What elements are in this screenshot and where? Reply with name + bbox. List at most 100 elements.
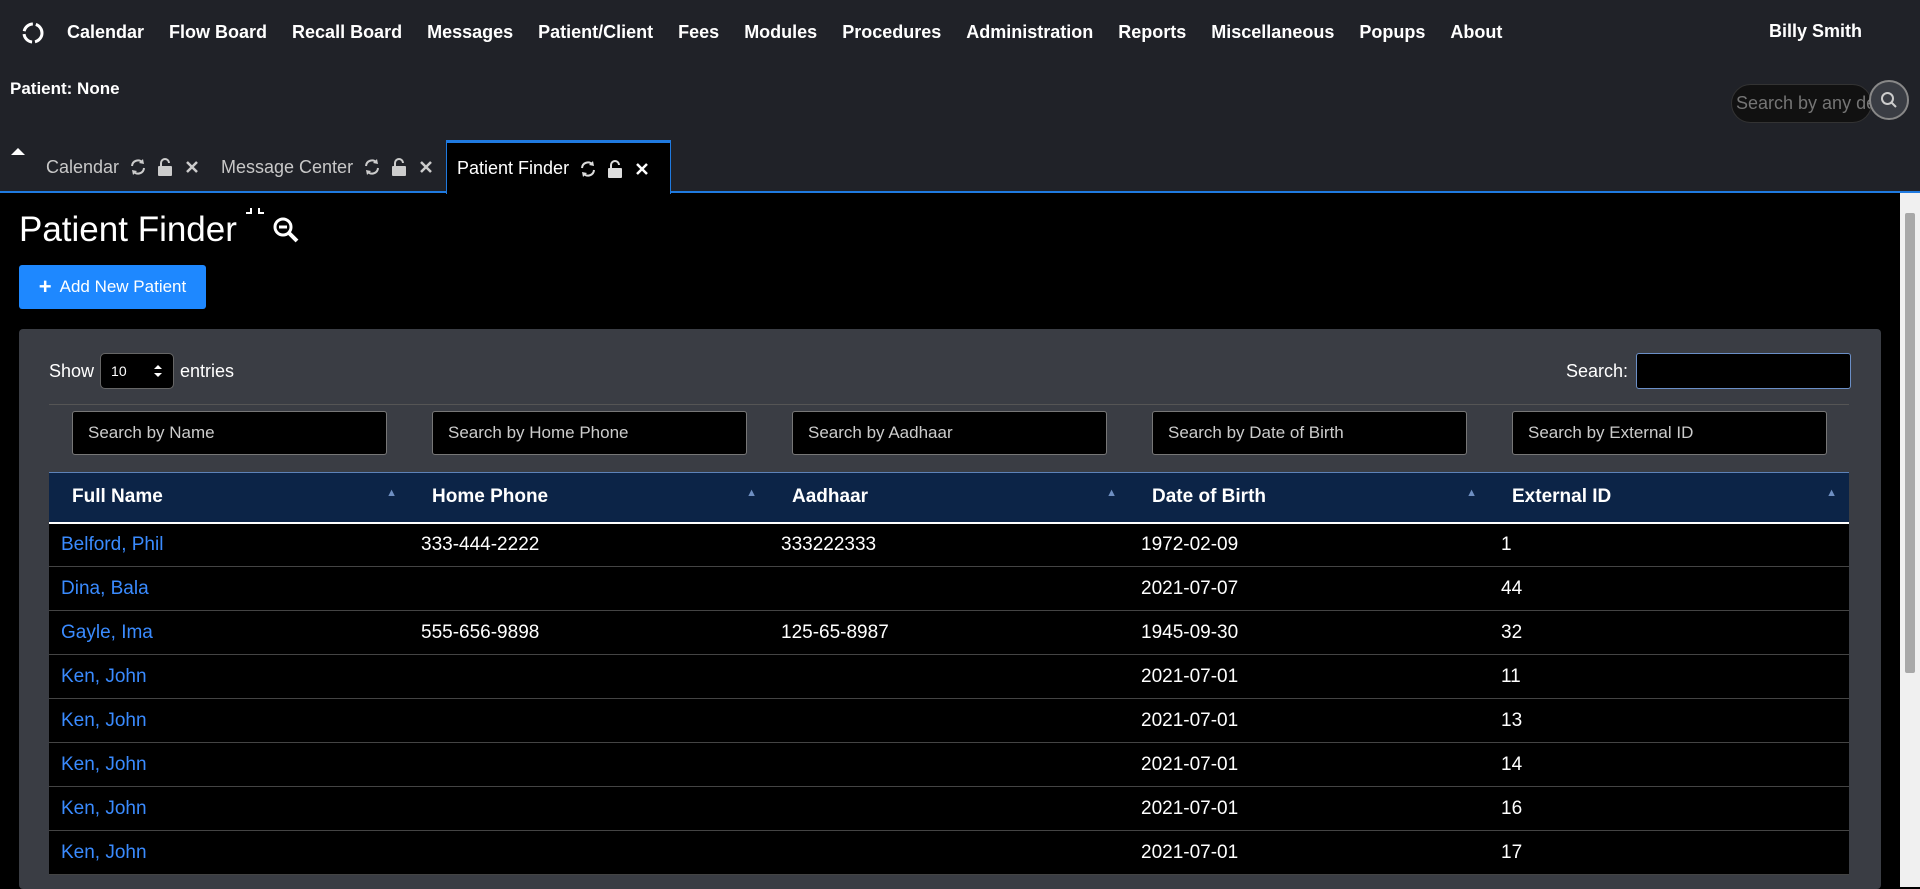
dob-cell: 1945-09-30 <box>1141 621 1239 643</box>
aadhaar-cell <box>769 699 1129 743</box>
zoom-out-icon[interactable] <box>271 215 301 245</box>
patient-name-link[interactable]: Dina, Bala <box>49 567 409 611</box>
dob-cell: 2021-07-01 <box>1141 709 1239 731</box>
menu-procedures[interactable]: Procedures <box>842 22 941 43</box>
plus-icon: + <box>38 274 52 299</box>
menu-miscellaneous[interactable]: Miscellaneous <box>1211 22 1334 43</box>
global-search-input[interactable] <box>1732 85 1871 122</box>
aadhaar-cell <box>769 655 1129 699</box>
aadhaar-cell <box>769 567 1129 611</box>
external-id-cell: 16 <box>1501 797 1523 819</box>
tab-patient-finder[interactable]: Patient Finder <box>446 140 672 194</box>
home-phone-cell <box>409 655 769 699</box>
user-menu[interactable]: Billy Smith <box>1769 21 1862 42</box>
filter-aadhaar-input[interactable]: Search by Aadhaar <box>792 411 1107 455</box>
entries-label: entries <box>180 360 235 381</box>
filter-dob-input[interactable]: Search by Date of Birth <box>1152 411 1467 455</box>
main-menu: Calendar Flow Board Recall Board Message… <box>67 0 1527 64</box>
table-search-label: Search: <box>1565 360 1628 381</box>
collapse-up-icon[interactable] <box>10 144 26 160</box>
tab-bar: Calendar Message Center Patient Finder <box>0 134 1920 194</box>
aadhaar-cell: 125-65-8987 <box>781 621 889 643</box>
home-phone-cell <box>409 567 769 611</box>
refresh-icon[interactable] <box>363 158 381 176</box>
patient-name-link[interactable]: Ken, John <box>49 787 409 831</box>
table-row[interactable]: Ken, John 2021-07-01 16 <box>49 786 1849 831</box>
header-external-id[interactable]: External ID ▲ <box>1489 473 1849 523</box>
refresh-icon[interactable] <box>579 160 597 178</box>
menu-popups[interactable]: Popups <box>1359 22 1425 43</box>
global-search-button[interactable] <box>1869 80 1909 120</box>
close-icon[interactable] <box>183 158 201 176</box>
divider <box>49 404 1849 405</box>
sort-up-icon: ▲ <box>386 487 397 499</box>
table-row[interactable]: Ken, John 2021-07-01 14 <box>49 742 1849 787</box>
sort-up-icon: ▲ <box>1826 487 1837 499</box>
tab-label: Patient Finder <box>457 158 570 178</box>
filter-home-phone-input[interactable]: Search by Home Phone <box>432 411 747 455</box>
menu-recall-board[interactable]: Recall Board <box>292 22 402 43</box>
tab-message-center[interactable]: Message Center <box>221 141 444 193</box>
unlock-icon[interactable] <box>156 158 174 176</box>
add-new-patient-button[interactable]: + Add New Patient <box>19 265 206 309</box>
entries-length-select[interactable]: 10 <box>100 353 175 389</box>
menu-about[interactable]: About <box>1450 22 1502 43</box>
table-row[interactable]: Ken, John 2021-07-01 13 <box>49 698 1849 743</box>
unlock-icon[interactable] <box>390 158 408 176</box>
home-phone-cell <box>409 831 769 875</box>
external-id-cell: 32 <box>1501 621 1523 643</box>
table-header-row: Full Name ▲ Home Phone ▲ Aadhaar ▲ Date of … <box>49 472 1849 523</box>
patient-bar: Patient: None <box>0 64 1920 134</box>
close-icon[interactable] <box>633 160 651 178</box>
page-scrollbar[interactable] <box>1900 193 1920 887</box>
patient-name-link[interactable]: Gayle, Ima <box>49 611 409 655</box>
sort-up-icon: ▲ <box>1466 487 1477 499</box>
dob-cell: 2021-07-01 <box>1141 841 1239 863</box>
tab-calendar[interactable]: Calendar <box>46 141 210 193</box>
sort-up-icon: ▲ <box>746 487 757 499</box>
menu-fees[interactable]: Fees <box>678 22 719 43</box>
column-filters: Search by Name Search by Home Phone Sear… <box>72 411 1852 455</box>
header-home-phone[interactable]: Home Phone ▲ <box>409 473 769 523</box>
patient-table-panel: Show 10 entries Search: Search by Name S… <box>19 329 1881 889</box>
table-row[interactable]: Ken, John 2021-07-01 11 <box>49 654 1849 699</box>
entries-length-value: 10 <box>111 363 127 379</box>
table-row[interactable]: Ken, John 2021-07-01 17 <box>49 830 1849 875</box>
filter-name-input[interactable]: Search by Name <box>72 411 387 455</box>
menu-messages[interactable]: Messages <box>427 22 513 43</box>
patient-name-link[interactable]: Ken, John <box>49 655 409 699</box>
patient-name-link[interactable]: Belford, Phil <box>49 523 409 567</box>
header-label: Full Name <box>72 486 163 508</box>
home-phone-cell <box>409 699 769 743</box>
header-label: Aadhaar <box>792 486 869 508</box>
scrollbar-thumb[interactable] <box>1905 213 1915 673</box>
patient-name-link[interactable]: Ken, John <box>49 699 409 743</box>
menu-reports[interactable]: Reports <box>1118 22 1186 43</box>
top-navbar: Calendar Flow Board Recall Board Message… <box>0 0 1920 64</box>
table-row[interactable]: Belford, Phil 333-444-2222 333222333 197… <box>49 522 1849 567</box>
global-search-box <box>1731 84 1872 123</box>
menu-modules[interactable]: Modules <box>744 22 817 43</box>
collapse-icon[interactable] <box>245 207 265 227</box>
menu-administration[interactable]: Administration <box>966 22 1093 43</box>
home-phone-cell <box>409 787 769 831</box>
table-search-input[interactable] <box>1636 353 1851 389</box>
close-icon[interactable] <box>417 158 435 176</box>
header-date-of-birth[interactable]: Date of Birth ▲ <box>1129 473 1489 523</box>
table-row[interactable]: Dina, Bala 2021-07-07 44 <box>49 566 1849 611</box>
menu-flow-board[interactable]: Flow Board <box>169 22 267 43</box>
sort-arrows-icon <box>154 365 163 377</box>
patient-name-link[interactable]: Ken, John <box>49 743 409 787</box>
filter-external-id-input[interactable]: Search by External ID <box>1512 411 1827 455</box>
table-search: Search: <box>1566 353 1851 389</box>
app-logo-icon[interactable] <box>20 20 46 46</box>
unlock-icon[interactable] <box>606 159 624 178</box>
refresh-icon[interactable] <box>129 158 147 176</box>
table-row[interactable]: Gayle, Ima 555-656-9898 125-65-8987 1945… <box>49 610 1849 655</box>
menu-calendar[interactable]: Calendar <box>67 22 144 43</box>
header-full-name[interactable]: Full Name ▲ <box>49 473 409 523</box>
patient-name-link[interactable]: Ken, John <box>49 831 409 875</box>
header-aadhaar[interactable]: Aadhaar ▲ <box>769 473 1129 523</box>
home-phone-cell: 555-656-9898 <box>421 621 540 643</box>
menu-patient-client[interactable]: Patient/Client <box>538 22 653 43</box>
